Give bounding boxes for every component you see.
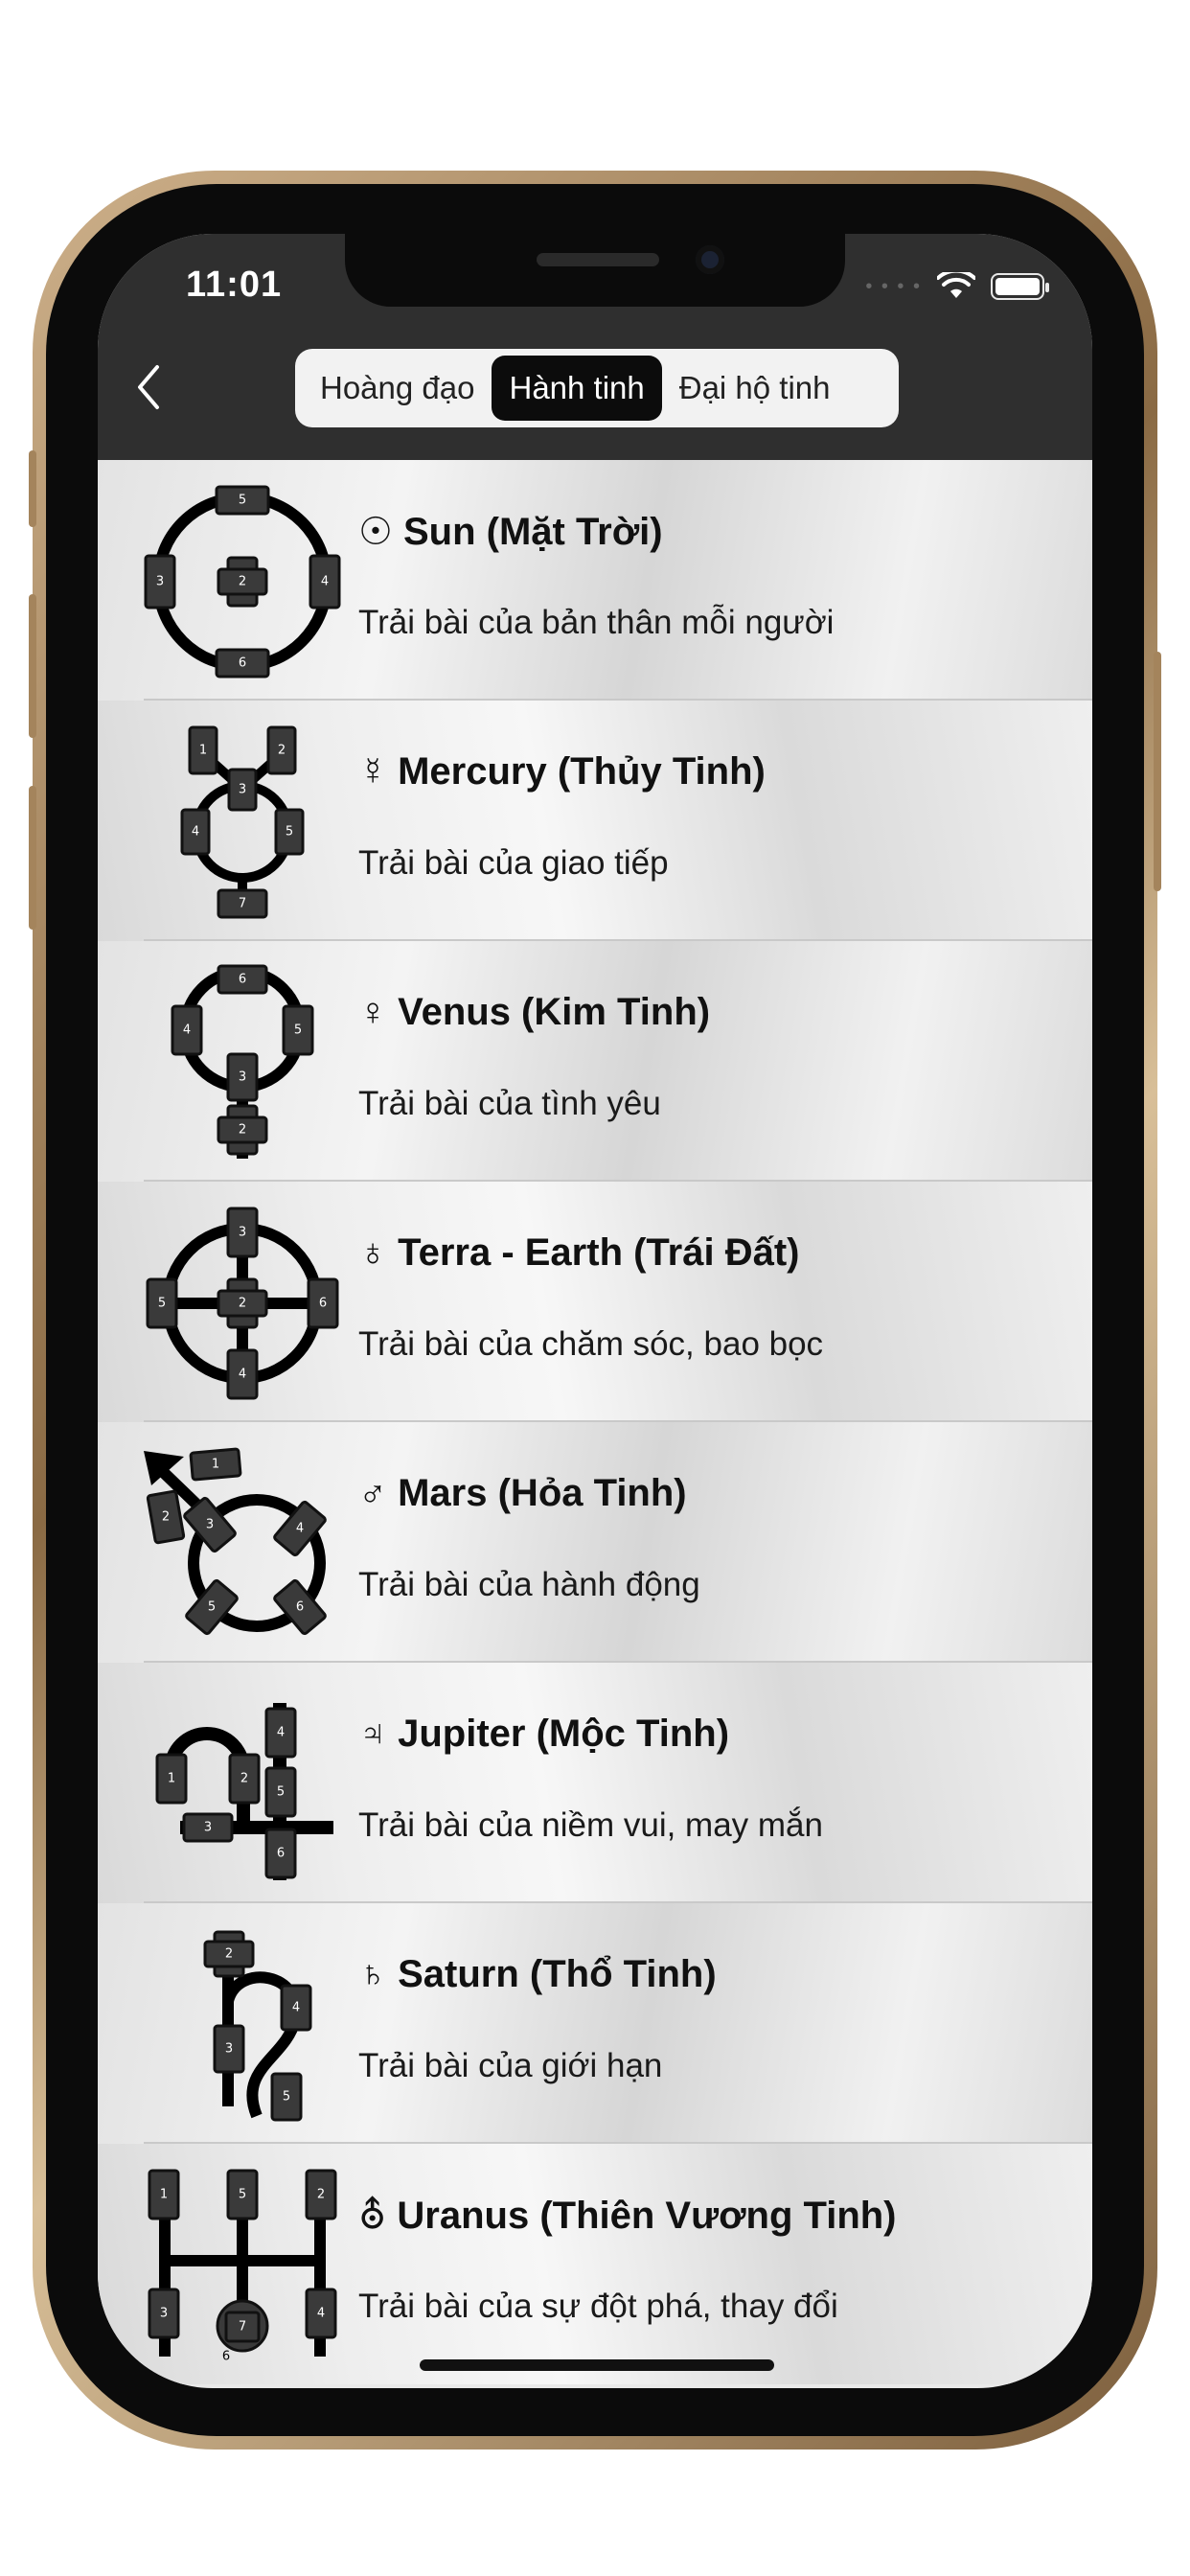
svg-text:6: 6 bbox=[222, 2350, 230, 2364]
svg-text:3: 3 bbox=[239, 783, 246, 797]
svg-text:4: 4 bbox=[292, 2001, 300, 2015]
row-title: ♀ Venus (Kim Tinh) bbox=[358, 991, 711, 1033]
planet-spread-list: 5 6 3 4 2 ☉ Sun (Mặt Trời) Trải bài của … bbox=[98, 460, 1092, 2384]
mars-spread-icon: 1 2 3 4 5 6 bbox=[144, 1447, 327, 1636]
svg-text:6: 6 bbox=[296, 1600, 304, 1615]
svg-text:2: 2 bbox=[162, 1510, 170, 1525]
svg-text:5: 5 bbox=[239, 494, 246, 508]
svg-text:1: 1 bbox=[212, 1458, 219, 1472]
svg-text:2: 2 bbox=[239, 575, 246, 589]
mute-switch bbox=[29, 450, 36, 527]
back-button[interactable] bbox=[126, 358, 171, 416]
row-subtitle: Trải bài của tình yêu bbox=[358, 1085, 661, 1122]
row-title: ☉ Sun (Mặt Trời) bbox=[358, 511, 663, 553]
svg-text:3: 3 bbox=[156, 575, 164, 589]
svg-text:3: 3 bbox=[160, 2307, 168, 2321]
list-item-mars[interactable]: 1 2 3 4 5 6 ♂ Mars (Hỏa Tinh) Trải bài c… bbox=[98, 1422, 1092, 1663]
notch bbox=[345, 234, 845, 307]
list-item-saturn[interactable]: 2 4 3 5 ♄ Saturn (Thổ Tinh) Trải bài của… bbox=[98, 1903, 1092, 2144]
svg-text:2: 2 bbox=[225, 1947, 233, 1962]
svg-text:7: 7 bbox=[239, 2320, 246, 2334]
row-subtitle: Trải bài của bản thân mỗi người bbox=[358, 604, 835, 641]
list-item-venus[interactable]: 6 4 5 3 2 ♀ Venus (Kim Tinh) Trải bài củ… bbox=[98, 941, 1092, 1182]
power-button bbox=[1154, 652, 1161, 891]
jupiter-spread-icon: 1 2 3 4 5 6 bbox=[155, 1703, 333, 1880]
segment-major-satellites[interactable]: Đại hộ tinh bbox=[662, 356, 848, 421]
chevron-left-icon bbox=[138, 365, 159, 409]
row-subtitle: Trải bài của niềm vui, may mắn bbox=[358, 1806, 823, 1844]
svg-text:1: 1 bbox=[199, 744, 207, 758]
home-indicator[interactable] bbox=[420, 2359, 774, 2371]
app-screen: 11:01 • • • • Hoàng đạo Hành tinh Đại hộ… bbox=[98, 234, 1092, 2388]
list-item-sun[interactable]: 5 6 3 4 2 ☉ Sun (Mặt Trời) Trải bài của … bbox=[98, 460, 1092, 701]
row-subtitle: Trải bài của giao tiếp bbox=[358, 844, 669, 882]
svg-text:7: 7 bbox=[239, 897, 246, 911]
segment-planets[interactable]: Hành tinh bbox=[492, 356, 662, 421]
svg-text:3: 3 bbox=[239, 1070, 246, 1085]
status-time: 11:01 bbox=[186, 264, 283, 305]
row-title: ♂ Mars (Hỏa Tinh) bbox=[358, 1472, 687, 1514]
list-item-earth[interactable]: 3 4 5 6 2 ♁ Terra - Earth (Trái Đất) Trả… bbox=[98, 1182, 1092, 1422]
row-title: ♄ Saturn (Thổ Tinh) bbox=[358, 1953, 717, 1995]
svg-text:4: 4 bbox=[317, 2307, 325, 2321]
svg-text:6: 6 bbox=[239, 973, 246, 987]
list-item-mercury[interactable]: 1 2 3 4 5 7 ☿ Mercury (Thủy Tinh) Trải b… bbox=[98, 701, 1092, 941]
row-title: ⛢ Uranus (Thiên Vương Tinh) bbox=[358, 2195, 897, 2237]
earth-spread-icon: 3 4 5 6 2 bbox=[146, 1207, 339, 1400]
list-item-jupiter[interactable]: 1 2 3 4 5 6 ♃ Jupiter (Mộc Tinh) Trải bà… bbox=[98, 1663, 1092, 1903]
svg-text:5: 5 bbox=[294, 1024, 302, 1038]
wifi-icon bbox=[937, 272, 975, 298]
list-item-uranus[interactable]: 1 2 5 3 4 7 6 ⛢ Uranus (Thiên Vương Tinh… bbox=[98, 2144, 1092, 2384]
svg-text:5: 5 bbox=[277, 1785, 285, 1800]
row-title: ♃ Jupiter (Mộc Tinh) bbox=[358, 1713, 730, 1755]
svg-text:6: 6 bbox=[319, 1297, 327, 1311]
front-camera bbox=[696, 245, 724, 274]
svg-text:3: 3 bbox=[204, 1821, 212, 1835]
status-icons: • • • • bbox=[865, 272, 1049, 301]
svg-text:2: 2 bbox=[239, 1123, 246, 1138]
row-title: ☿ Mercury (Thủy Tinh) bbox=[358, 750, 766, 793]
signal-icon: • • • • bbox=[865, 275, 922, 297]
svg-text:5: 5 bbox=[239, 2188, 246, 2202]
uranus-spread-icon: 1 2 5 3 4 7 6 bbox=[148, 2169, 337, 2364]
svg-text:5: 5 bbox=[286, 825, 293, 840]
svg-text:6: 6 bbox=[277, 1847, 285, 1861]
svg-text:3: 3 bbox=[206, 1518, 214, 1532]
svg-text:1: 1 bbox=[168, 1772, 175, 1786]
row-subtitle: Trải bài của sự đột phá, thay đổi bbox=[358, 2288, 838, 2325]
svg-text:4: 4 bbox=[321, 575, 329, 589]
sun-spread-icon: 5 6 3 4 2 bbox=[144, 485, 341, 678]
volume-up-button bbox=[29, 594, 36, 738]
mercury-spread-icon: 1 2 3 4 5 7 bbox=[180, 725, 305, 919]
speaker bbox=[537, 253, 659, 266]
segment-zodiac[interactable]: Hoàng đạo bbox=[303, 356, 492, 421]
saturn-spread-icon: 2 4 3 5 bbox=[203, 1930, 312, 2122]
row-subtitle: Trải bài của chăm sóc, bao bọc bbox=[358, 1325, 824, 1363]
battery-icon bbox=[991, 273, 1049, 300]
row-title: ♁ Terra - Earth (Trái Đất) bbox=[358, 1231, 800, 1274]
row-subtitle: Trải bài của giới hạn bbox=[358, 2047, 663, 2084]
svg-text:5: 5 bbox=[158, 1297, 166, 1311]
svg-text:4: 4 bbox=[183, 1024, 191, 1038]
svg-text:3: 3 bbox=[239, 1226, 246, 1240]
svg-text:4: 4 bbox=[277, 1726, 285, 1740]
venus-spread-icon: 6 4 5 3 2 bbox=[171, 964, 314, 1159]
svg-text:4: 4 bbox=[296, 1522, 304, 1536]
row-subtitle: Trải bài của hành động bbox=[358, 1566, 700, 1603]
category-segmented-control: Hoàng đạo Hành tinh Đại hộ tinh bbox=[295, 349, 899, 427]
svg-text:2: 2 bbox=[278, 744, 286, 758]
volume-down-button bbox=[29, 786, 36, 930]
svg-text:2: 2 bbox=[317, 2188, 325, 2202]
svg-text:3: 3 bbox=[225, 2042, 233, 2057]
svg-text:2: 2 bbox=[239, 1297, 246, 1311]
svg-text:4: 4 bbox=[239, 1368, 246, 1382]
svg-text:5: 5 bbox=[283, 2090, 290, 2104]
svg-text:6: 6 bbox=[239, 656, 246, 671]
svg-text:4: 4 bbox=[192, 825, 199, 840]
svg-text:2: 2 bbox=[240, 1772, 248, 1786]
svg-text:1: 1 bbox=[160, 2188, 168, 2202]
svg-text:5: 5 bbox=[208, 1600, 216, 1615]
